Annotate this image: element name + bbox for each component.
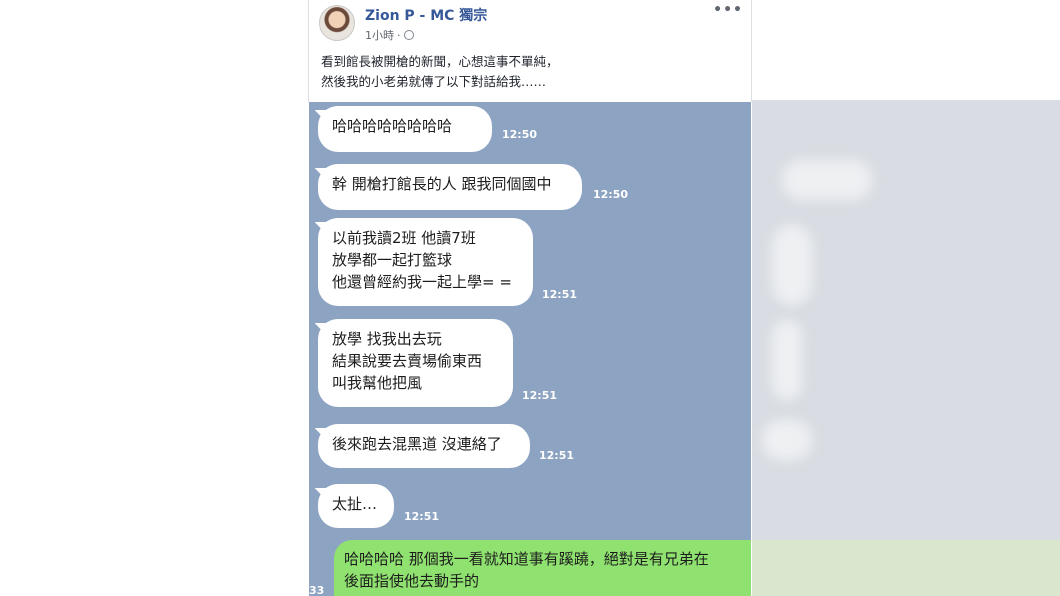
left-backdrop bbox=[0, 0, 308, 596]
caption-line: 看到館長被開槍的新聞，心想這事不單純， bbox=[321, 54, 559, 69]
message-text: 放學都一起打籃球 bbox=[332, 251, 453, 269]
message-text: 幹 開槍打館長的人 跟我同個國中 bbox=[332, 175, 552, 193]
outgoing-chat-bubble: 哈哈哈哈 那個我一看就知道事有蹊蹺，絕對是有兄弟在 後面指使他去動手的 bbox=[334, 540, 751, 596]
right-blurred-backdrop bbox=[752, 0, 1060, 596]
message-text: 太扯… bbox=[332, 495, 378, 513]
chat-bubble: 後來跑去混黑道 沒連絡了 bbox=[318, 424, 530, 468]
more-options-icon[interactable]: ••• bbox=[713, 2, 743, 18]
caption-line: 然後我的小老弟就傳了以下對話給我…… bbox=[321, 74, 547, 89]
chat-bubble: 以前我讀2班 他讀7班 放學都一起打籃球 他還曾經約我一起上學= = bbox=[318, 218, 533, 306]
message-time: 12:51 bbox=[522, 389, 558, 402]
author-avatar[interactable] bbox=[319, 5, 355, 41]
message-text: 哈哈哈哈 那個我一看就知道事有蹊蹺，絕對是有兄弟在 bbox=[344, 550, 709, 568]
message-text: 他還曾經約我一起上學= = bbox=[332, 273, 512, 291]
message-time: 33 bbox=[309, 584, 325, 596]
message-text: 後面指使他去動手的 bbox=[344, 572, 480, 590]
message-time: 12:50 bbox=[502, 128, 538, 141]
post-caption: 看到館長被開槍的新聞，心想這事不單純， 然後我的小老弟就傳了以下對話給我…… bbox=[321, 52, 559, 92]
chat-screenshot: 哈哈哈哈哈哈哈哈 12:50 幹 開槍打館長的人 跟我同個國中 12:50 以前… bbox=[309, 102, 751, 596]
message-text: 後來跑去混黑道 沒連絡了 bbox=[332, 435, 502, 453]
message-text: 哈哈哈哈哈哈哈哈 bbox=[332, 117, 453, 135]
facebook-post-header: Zion P - MC 獨宗 1小時 · ••• 看到館長被開槍的新聞，心想這事… bbox=[308, 0, 752, 102]
chat-bubble: 哈哈哈哈哈哈哈哈 bbox=[318, 106, 492, 152]
message-time: 12:51 bbox=[539, 449, 575, 462]
post-time[interactable]: 1小時 bbox=[365, 27, 394, 43]
message-text: 叫我幫他把風 bbox=[332, 374, 423, 392]
message-text: 結果說要去賣場偷東西 bbox=[332, 352, 483, 370]
message-time: 12:50 bbox=[593, 188, 629, 201]
globe-icon bbox=[403, 30, 414, 40]
message-text: 放學 找我出去玩 bbox=[332, 330, 442, 348]
post-meta: 1小時 · bbox=[365, 27, 414, 43]
chat-bubble: 太扯… bbox=[318, 484, 394, 528]
message-text: 以前我讀2班 他讀7班 bbox=[332, 229, 476, 247]
message-time: 12:51 bbox=[542, 288, 578, 301]
author-name[interactable]: Zion P - MC 獨宗 bbox=[365, 5, 487, 25]
message-time: 12:51 bbox=[404, 510, 440, 523]
chat-bubble: 幹 開槍打館長的人 跟我同個國中 bbox=[318, 164, 582, 210]
chat-bubble: 放學 找我出去玩 結果說要去賣場偷東西 叫我幫他把風 bbox=[318, 319, 513, 407]
